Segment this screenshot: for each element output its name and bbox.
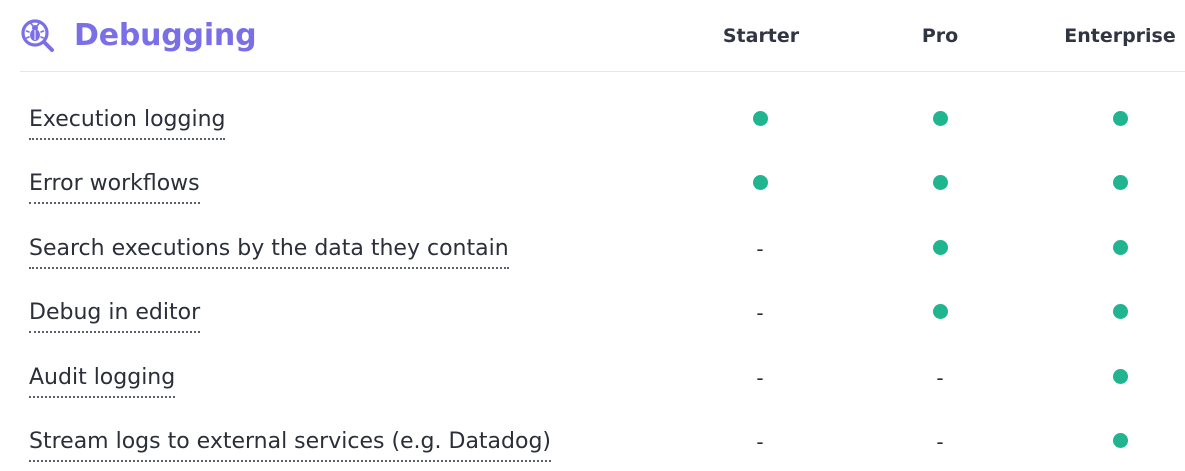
enterprise-cell <box>1110 424 1130 460</box>
pro-cell: - <box>930 424 950 460</box>
feature-label[interactable]: Stream logs to external services (e.g. D… <box>29 424 552 462</box>
check-dot-icon <box>752 110 768 126</box>
enterprise-cell <box>1110 231 1130 267</box>
column-header-enterprise: Enterprise <box>1064 25 1176 47</box>
check-dot-icon <box>932 110 948 126</box>
check-dot-icon <box>1112 303 1128 319</box>
starter-cell <box>750 102 770 138</box>
not-included-dash: - <box>756 430 764 454</box>
not-included-dash: - <box>756 301 764 325</box>
section-header: Debugging Starter Pro Enterprise <box>20 0 1185 72</box>
column-header-starter: Starter <box>722 25 800 47</box>
table-row: Debug in editor - <box>0 295 1185 359</box>
pro-cell <box>930 295 950 331</box>
check-dot-icon <box>1112 368 1128 384</box>
table-row: Error workflows <box>0 166 1185 230</box>
feature-label[interactable]: Debug in editor <box>29 295 201 333</box>
table-row: Stream logs to external services (e.g. D… <box>0 424 1185 471</box>
check-dot-icon <box>1112 239 1128 255</box>
enterprise-cell <box>1110 102 1130 138</box>
column-header-pro: Pro <box>921 25 959 47</box>
check-dot-icon <box>932 174 948 190</box>
plan-comparison-section: Debugging Starter Pro Enterprise Executi… <box>0 0 1185 471</box>
bug-magnifier-icon <box>21 19 54 52</box>
pro-cell <box>930 231 950 267</box>
feature-label[interactable]: Error workflows <box>29 166 200 204</box>
table-row: Audit logging - - <box>0 360 1185 424</box>
not-included-dash: - <box>756 237 764 261</box>
section-title: Debugging <box>74 18 257 53</box>
feature-label[interactable]: Search executions by the data they conta… <box>29 231 509 269</box>
starter-cell: - <box>750 231 770 267</box>
not-included-dash: - <box>756 366 764 390</box>
feature-label[interactable]: Audit logging <box>29 360 176 398</box>
check-dot-icon <box>752 174 768 190</box>
starter-cell: - <box>750 360 770 396</box>
check-dot-icon <box>1112 432 1128 448</box>
check-dot-icon <box>1112 110 1128 126</box>
pro-cell <box>930 102 950 138</box>
enterprise-cell <box>1110 166 1130 202</box>
not-included-dash: - <box>936 430 944 454</box>
feature-label[interactable]: Execution logging <box>29 102 226 140</box>
check-dot-icon <box>1112 174 1128 190</box>
enterprise-cell <box>1110 295 1130 331</box>
starter-cell <box>750 166 770 202</box>
table-row: Execution logging <box>0 102 1185 166</box>
enterprise-cell <box>1110 360 1130 396</box>
section-title-group: Debugging <box>20 16 257 56</box>
check-dot-icon <box>932 239 948 255</box>
table-row: Search executions by the data they conta… <box>0 231 1185 295</box>
starter-cell: - <box>750 295 770 331</box>
starter-cell: - <box>750 424 770 460</box>
pro-cell: - <box>930 360 950 396</box>
pro-cell <box>930 166 950 202</box>
not-included-dash: - <box>936 366 944 390</box>
check-dot-icon <box>932 303 948 319</box>
